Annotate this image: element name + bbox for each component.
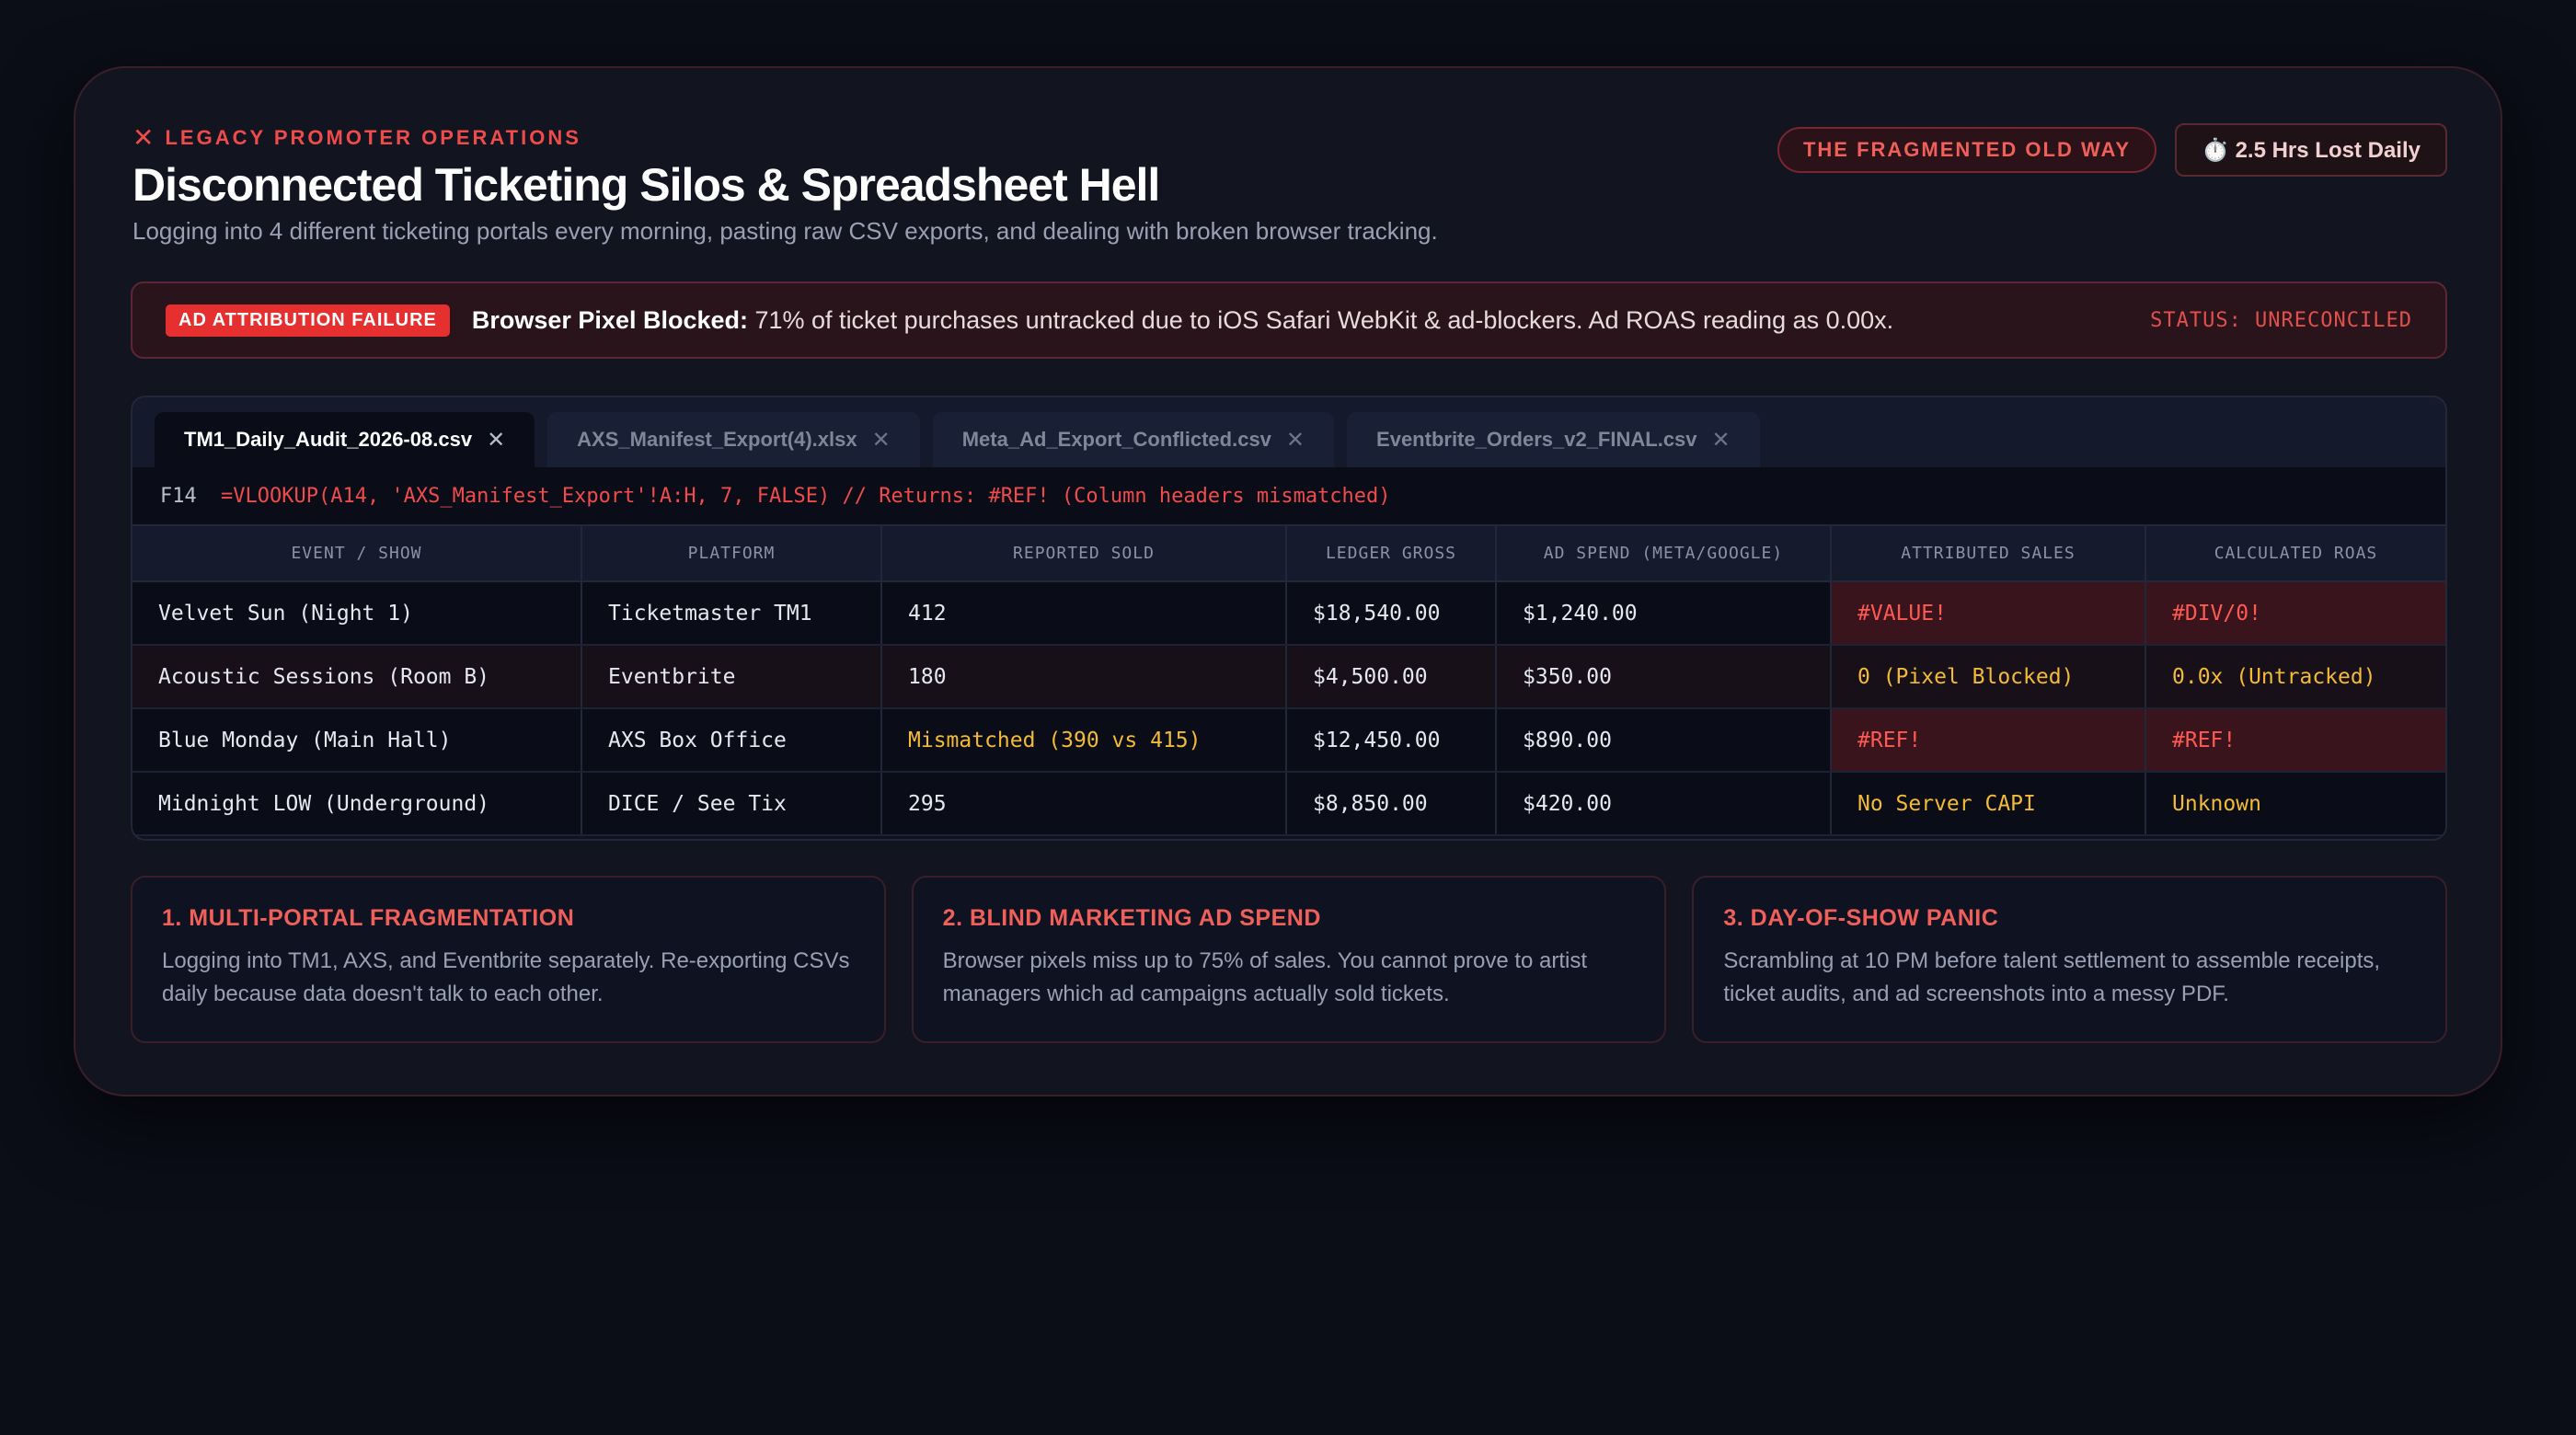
cell-calculated-roas[interactable]: #DIV/0!: [2145, 581, 2445, 646]
cell-platform[interactable]: Ticketmaster TM1: [581, 581, 882, 646]
cell-event[interactable]: Blue Monday (Main Hall): [132, 708, 582, 773]
cell-calculated-roas[interactable]: Unknown: [2145, 772, 2445, 836]
page-subtitle: Logging into 4 different ticketing porta…: [132, 217, 1438, 245]
cell-event[interactable]: Velvet Sun (Night 1): [132, 581, 582, 646]
cell-attributed-sales[interactable]: #REF!: [1831, 708, 2146, 773]
cell-event[interactable]: Midnight LOW (Underground): [132, 772, 582, 836]
cell-ledger-gross[interactable]: $12,450.00: [1286, 708, 1497, 773]
pain-point-body: Browser pixels miss up to 75% of sales. …: [942, 948, 1588, 1006]
pain-point-title: 2. BLIND MARKETING AD SPEND: [942, 905, 1321, 931]
cell-ad-spend[interactable]: $1,240.00: [1496, 581, 1832, 646]
close-icon[interactable]: ✕: [1712, 427, 1731, 453]
cell-ledger-gross[interactable]: $18,540.00: [1286, 581, 1497, 646]
cell-platform[interactable]: Eventbrite: [581, 645, 882, 709]
close-icon[interactable]: ✕: [487, 427, 505, 453]
legacy-operations-card: ✕ LEGACY PROMOTER OPERATIONS Disconnecte…: [74, 66, 2502, 1096]
old-way-badge: THE FRAGMENTED OLD WAY: [1777, 127, 2156, 173]
table-row[interactable]: Acoustic Sessions (Room B) Eventbrite 18…: [132, 645, 2445, 709]
cell-ad-spend[interactable]: $350.00: [1496, 645, 1832, 709]
close-icon[interactable]: ✕: [872, 427, 891, 453]
cell-attributed-sales[interactable]: #VALUE!: [1831, 581, 2146, 646]
cell-reported-sold[interactable]: 412: [881, 581, 1287, 646]
page-title: Disconnected Ticketing Silos & Spreadshe…: [132, 159, 1160, 211]
alert-badge: AD ATTRIBUTION FAILURE: [166, 304, 450, 337]
column-header-event: EVENT / SHOW: [132, 526, 582, 582]
column-header-platform: PLATFORM: [581, 526, 882, 582]
cell-event[interactable]: Acoustic Sessions (Room B): [132, 645, 582, 709]
pain-point-title: 3. DAY-OF-SHOW PANIC: [1723, 905, 1999, 931]
file-tab-bar: TM1_Daily_Audit_2026-08.csv ✕ AXS_Manife…: [132, 397, 2445, 467]
cell-ad-spend[interactable]: $420.00: [1496, 772, 1832, 836]
table-header-row: EVENT / SHOW PLATFORM REPORTED SOLD LEDG…: [132, 526, 2445, 582]
alert-message: Browser Pixel Blocked: 71% of ticket pur…: [472, 306, 1893, 335]
cell-platform[interactable]: DICE / See Tix: [581, 772, 882, 836]
column-header-calculated-roas: CALCULATED ROAS: [2145, 526, 2445, 582]
cell-reported-sold[interactable]: 180: [881, 645, 1287, 709]
tab-label: TM1_Daily_Audit_2026-08.csv: [184, 428, 473, 451]
pain-point-title: 1. MULTI-PORTAL FRAGMENTATION: [162, 905, 575, 931]
close-icon[interactable]: ✕: [1286, 427, 1305, 453]
ticket-audit-table: EVENT / SHOW PLATFORM REPORTED SOLD LEDG…: [132, 526, 2445, 836]
column-header-ledger-gross: LEDGER GROSS: [1286, 526, 1497, 582]
column-header-reported-sold: REPORTED SOLD: [881, 526, 1287, 582]
cell-attributed-sales[interactable]: No Server CAPI: [1831, 772, 2146, 836]
pain-point-body: Logging into TM1, AXS, and Eventbrite se…: [162, 948, 850, 1006]
tab-meta-ad-export[interactable]: Meta_Ad_Export_Conflicted.csv ✕: [932, 412, 1335, 467]
alert-status: STATUS: UNRECONCILED: [2150, 308, 2412, 332]
cell-ledger-gross[interactable]: $8,850.00: [1286, 772, 1497, 836]
attribution-alert-banner: AD ATTRIBUTION FAILURE Browser Pixel Blo…: [131, 281, 2447, 359]
pain-point-card: 1. MULTI-PORTAL FRAGMENTATION Logging in…: [131, 876, 886, 1043]
pain-point-body: Scrambling at 10 PM before talent settle…: [1723, 948, 2381, 1006]
formula-bar[interactable]: F14 =VLOOKUP(A14, 'AXS_Manifest_Export'!…: [132, 467, 2445, 526]
pain-points-row: 1. MULTI-PORTAL FRAGMENTATION Logging in…: [131, 876, 2448, 1043]
spreadsheet-window: TM1_Daily_Audit_2026-08.csv ✕ AXS_Manife…: [131, 396, 2447, 841]
tab-eventbrite-orders[interactable]: Eventbrite_Orders_v2_FINAL.csv ✕: [1347, 412, 1760, 467]
cell-platform[interactable]: AXS Box Office: [581, 708, 882, 773]
cell-ad-spend[interactable]: $890.00: [1496, 708, 1832, 773]
tab-label: Meta_Ad_Export_Conflicted.csv: [961, 428, 1271, 451]
cell-attributed-sales[interactable]: 0 (Pixel Blocked): [1831, 645, 2146, 709]
pain-point-card: 3. DAY-OF-SHOW PANIC Scrambling at 10 PM…: [1692, 876, 2448, 1043]
cell-calculated-roas[interactable]: #REF!: [2145, 708, 2445, 773]
close-x-icon: ✕: [132, 123, 155, 152]
tab-tm1-daily-audit[interactable]: TM1_Daily_Audit_2026-08.csv ✕: [155, 412, 535, 467]
alert-body: 71% of ticket purchases untracked due to…: [748, 305, 1894, 334]
pain-point-card: 2. BLIND MARKETING AD SPEND Browser pixe…: [911, 876, 1667, 1043]
section-eyebrow: ✕ LEGACY PROMOTER OPERATIONS: [132, 125, 581, 151]
formula-expression[interactable]: =VLOOKUP(A14, 'AXS_Manifest_Export'!A:H,…: [221, 485, 1391, 508]
cell-calculated-roas[interactable]: 0.0x (Untracked): [2145, 645, 2445, 709]
table-row[interactable]: Velvet Sun (Night 1) Ticketmaster TM1 41…: [132, 581, 2445, 646]
column-header-ad-spend: AD SPEND (META/GOOGLE): [1496, 526, 1832, 582]
cell-ledger-gross[interactable]: $4,500.00: [1286, 645, 1497, 709]
time-lost-badge: ⏱️ 2.5 Hrs Lost Daily: [2175, 123, 2447, 177]
tab-label: Eventbrite_Orders_v2_FINAL.csv: [1376, 428, 1697, 451]
eyebrow-label: LEGACY PROMOTER OPERATIONS: [165, 126, 581, 149]
cell-reference: F14: [160, 484, 197, 508]
table-row[interactable]: Midnight LOW (Underground) DICE / See Ti…: [132, 772, 2445, 836]
tab-axs-manifest-export[interactable]: AXS_Manifest_Export(4).xlsx ✕: [547, 412, 920, 467]
cell-reported-sold[interactable]: 295: [881, 772, 1287, 836]
column-header-attributed-sales: ATTRIBUTED SALES: [1831, 526, 2146, 582]
alert-title: Browser Pixel Blocked:: [471, 305, 748, 334]
tab-label: AXS_Manifest_Export(4).xlsx: [577, 428, 857, 451]
cell-reported-sold[interactable]: Mismatched (390 vs 415): [881, 708, 1287, 773]
table-row[interactable]: Blue Monday (Main Hall) AXS Box Office M…: [132, 708, 2445, 773]
